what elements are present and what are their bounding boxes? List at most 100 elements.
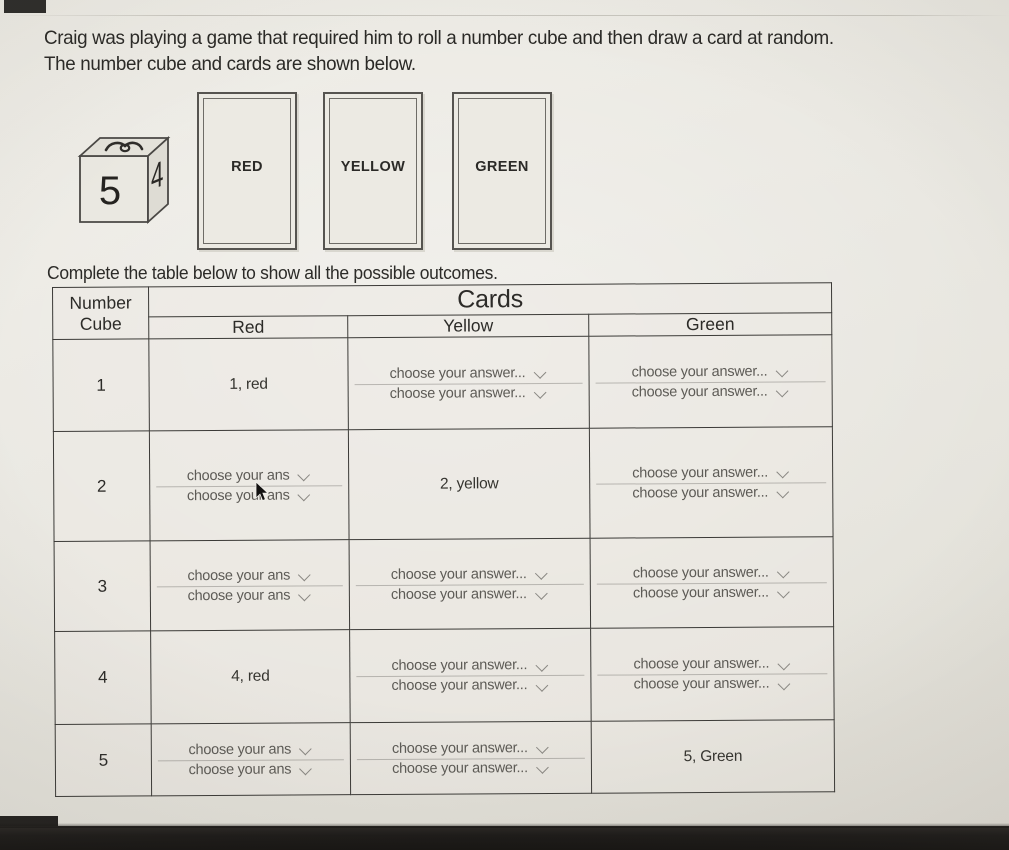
dropdown-yellow-r5-2[interactable]: choose your answer... bbox=[390, 757, 552, 778]
dropdown-green-r3-2[interactable]: choose your answer... bbox=[631, 582, 793, 603]
dropdown-slot: choose your ans bbox=[152, 739, 350, 760]
dropdown-green-r2-2[interactable]: choose your answer... bbox=[630, 482, 792, 503]
dropdown-green-r4-2[interactable]: choose your answer... bbox=[631, 673, 793, 694]
dropdown-placeholder: choose your answer... bbox=[391, 759, 528, 777]
dropdown-slot: choose your answer... bbox=[590, 462, 832, 483]
table-row: 5 choose your ans choose your ans choose yo… bbox=[55, 719, 835, 797]
dropdown-slot: choose your answer... bbox=[591, 582, 833, 603]
dropdown-yellow-r4-2[interactable]: choose your answer... bbox=[389, 675, 551, 696]
dropdown-placeholder: choose your ans bbox=[186, 487, 290, 504]
photo-bottom-band bbox=[0, 823, 1009, 850]
dropdown-stack-yellow: choose your answer... choose your answer.… bbox=[350, 655, 590, 696]
dropdown-placeholder: choose your answer... bbox=[391, 739, 528, 757]
outcomes-table-head: Number Cube Cards Red Yellow Green bbox=[52, 282, 832, 340]
dropdown-slot: choose your answer... bbox=[590, 482, 832, 503]
card-green-label: GREEN bbox=[475, 159, 529, 175]
dropdown-green-r1-2[interactable]: choose your answer... bbox=[630, 381, 792, 402]
dropdown-placeholder: choose your answer... bbox=[632, 464, 769, 481]
dropdown-red-r3-2[interactable]: choose your ans bbox=[185, 585, 314, 606]
dropdown-placeholder: choose your answer... bbox=[390, 565, 527, 583]
chevron-down-icon bbox=[536, 658, 549, 671]
dropdown-slot: choose your ans bbox=[150, 465, 348, 486]
cell-red: choose your ans choose your ans bbox=[149, 429, 350, 541]
dropdown-yellow-r4-1[interactable]: choose your answer... bbox=[389, 655, 551, 676]
outcomes-table-body: 1 1, red choose your answer... choose your … bbox=[52, 334, 835, 797]
dropdown-stack-yellow: choose your answer... choose your answer.… bbox=[350, 563, 590, 604]
chevron-down-icon bbox=[298, 468, 311, 481]
table-row: 2 choose your ans choose your ans 2, yellow… bbox=[53, 426, 834, 542]
dropdown-red-r2-1[interactable]: choose your ans bbox=[185, 465, 314, 486]
dropdown-slot: choose your answer... bbox=[589, 361, 831, 382]
chevron-down-icon bbox=[536, 678, 549, 691]
fixed-outcome-red: 4, red bbox=[151, 667, 349, 686]
fixed-outcome-yellow: 2, yellow bbox=[349, 474, 589, 493]
dropdown-green-r2-1[interactable]: choose your answer... bbox=[630, 462, 792, 483]
dropdown-stack-green: choose your answer... choose your answer.… bbox=[591, 653, 833, 694]
dropdown-placeholder: choose your answer... bbox=[390, 585, 527, 603]
manipulatives-row: 5 4 RED YELLOW GREEN bbox=[0, 92, 1009, 260]
card-red-label: RED bbox=[231, 159, 263, 175]
fixed-outcome-value: 4, red bbox=[231, 667, 270, 685]
dropdown-placeholder: choose your ans bbox=[187, 587, 291, 604]
chevron-down-icon bbox=[537, 741, 550, 754]
dropdown-yellow-r3-1[interactable]: choose your answer... bbox=[389, 563, 551, 584]
cell-red: 4, red bbox=[150, 629, 351, 724]
dropdown-red-r5-2[interactable]: choose your ans bbox=[187, 759, 316, 780]
dropdown-green-r4-1[interactable]: choose your answer... bbox=[631, 653, 793, 674]
header-row-group: Number Cube Cards bbox=[52, 282, 832, 340]
cell-red: choose your ans choose your ans bbox=[150, 539, 350, 631]
dropdown-red-r5-1[interactable]: choose your ans bbox=[186, 739, 315, 760]
dropdown-stack-yellow: choose your answer... choose your answer.… bbox=[348, 362, 588, 403]
dropdown-yellow-r3-2[interactable]: choose your answer... bbox=[389, 583, 551, 604]
card-red-inner: RED bbox=[203, 98, 291, 244]
dropdown-yellow-r1-2[interactable]: choose your answer... bbox=[388, 382, 550, 403]
dropdown-stack-green: choose your answer... choose your answer.… bbox=[591, 562, 833, 603]
card-yellow: YELLOW bbox=[323, 92, 423, 250]
fixed-outcome-value: 1, red bbox=[229, 375, 268, 393]
header-col-yellow: Yellow bbox=[347, 314, 589, 338]
cell-green: choose your answer... choose your answer.… bbox=[590, 536, 834, 629]
dropdown-placeholder: choose your answer... bbox=[632, 584, 769, 601]
cell-green: choose your answer... choose your answer.… bbox=[589, 426, 834, 539]
cell-green: 5, Green bbox=[591, 719, 835, 794]
header-divider bbox=[0, 15, 1009, 16]
dropdown-yellow-r1-1[interactable]: choose your answer... bbox=[388, 362, 550, 383]
dropdown-slot: choose your answer... bbox=[351, 737, 591, 758]
dropdown-placeholder: choose your answer... bbox=[389, 384, 526, 402]
dropdown-stack-yellow: choose your answer... choose your answer.… bbox=[351, 737, 591, 778]
dropdown-green-r3-1[interactable]: choose your answer... bbox=[631, 562, 793, 583]
outcomes-table: Number Cube Cards Red Yellow Green 1 1, r… bbox=[52, 282, 835, 797]
number-cube-svg: 5 4 bbox=[77, 135, 171, 225]
table-row: 1 1, red choose your answer... choose your … bbox=[52, 334, 833, 432]
dropdown-green-r1-1[interactable]: choose your answer... bbox=[630, 361, 792, 382]
chevron-down-icon bbox=[776, 364, 789, 377]
fixed-outcome-green: 5, Green bbox=[592, 747, 834, 766]
cell-number-cube: 4 bbox=[54, 630, 152, 725]
cell-red: 1, red bbox=[148, 337, 349, 431]
chevron-down-icon bbox=[778, 677, 791, 690]
dropdown-slot: choose your ans bbox=[150, 485, 348, 506]
outcomes-table-wrapper: Number Cube Cards Red Yellow Green 1 1, r… bbox=[52, 282, 835, 832]
dropdown-slot: choose your answer... bbox=[348, 362, 588, 383]
chevron-down-icon bbox=[777, 465, 790, 478]
dropdown-placeholder: choose your answer... bbox=[391, 677, 528, 694]
header-cards-group: Cards bbox=[148, 282, 832, 317]
question-prompt: Craig was playing a game that required h… bbox=[44, 26, 970, 78]
dropdown-placeholder: choose your answer... bbox=[631, 383, 768, 400]
dropdown-stack-red: choose your ans choose your ans bbox=[152, 739, 350, 780]
dropdown-slot: choose your answer... bbox=[350, 675, 590, 696]
dropdown-red-r3-1[interactable]: choose your ans bbox=[185, 565, 314, 586]
card-green-inner: GREEN bbox=[458, 98, 546, 244]
chevron-down-icon bbox=[777, 384, 790, 397]
dropdown-red-r2-2[interactable]: choose your ans bbox=[185, 485, 314, 506]
dropdown-placeholder: choose your ans bbox=[188, 761, 292, 778]
dropdown-slot: choose your ans bbox=[152, 759, 350, 780]
header-col-red: Red bbox=[148, 315, 348, 339]
dropdown-slot: choose your answer... bbox=[590, 381, 832, 402]
dropdown-placeholder: choose your ans bbox=[186, 467, 290, 484]
dropdown-yellow-r5-1[interactable]: choose your answer... bbox=[390, 737, 552, 758]
table-instruction: Complete the table below to show all the… bbox=[47, 263, 498, 283]
chevron-down-icon bbox=[534, 366, 547, 379]
svg-text:5: 5 bbox=[99, 169, 121, 213]
dropdown-placeholder: choose your answer... bbox=[631, 363, 768, 380]
